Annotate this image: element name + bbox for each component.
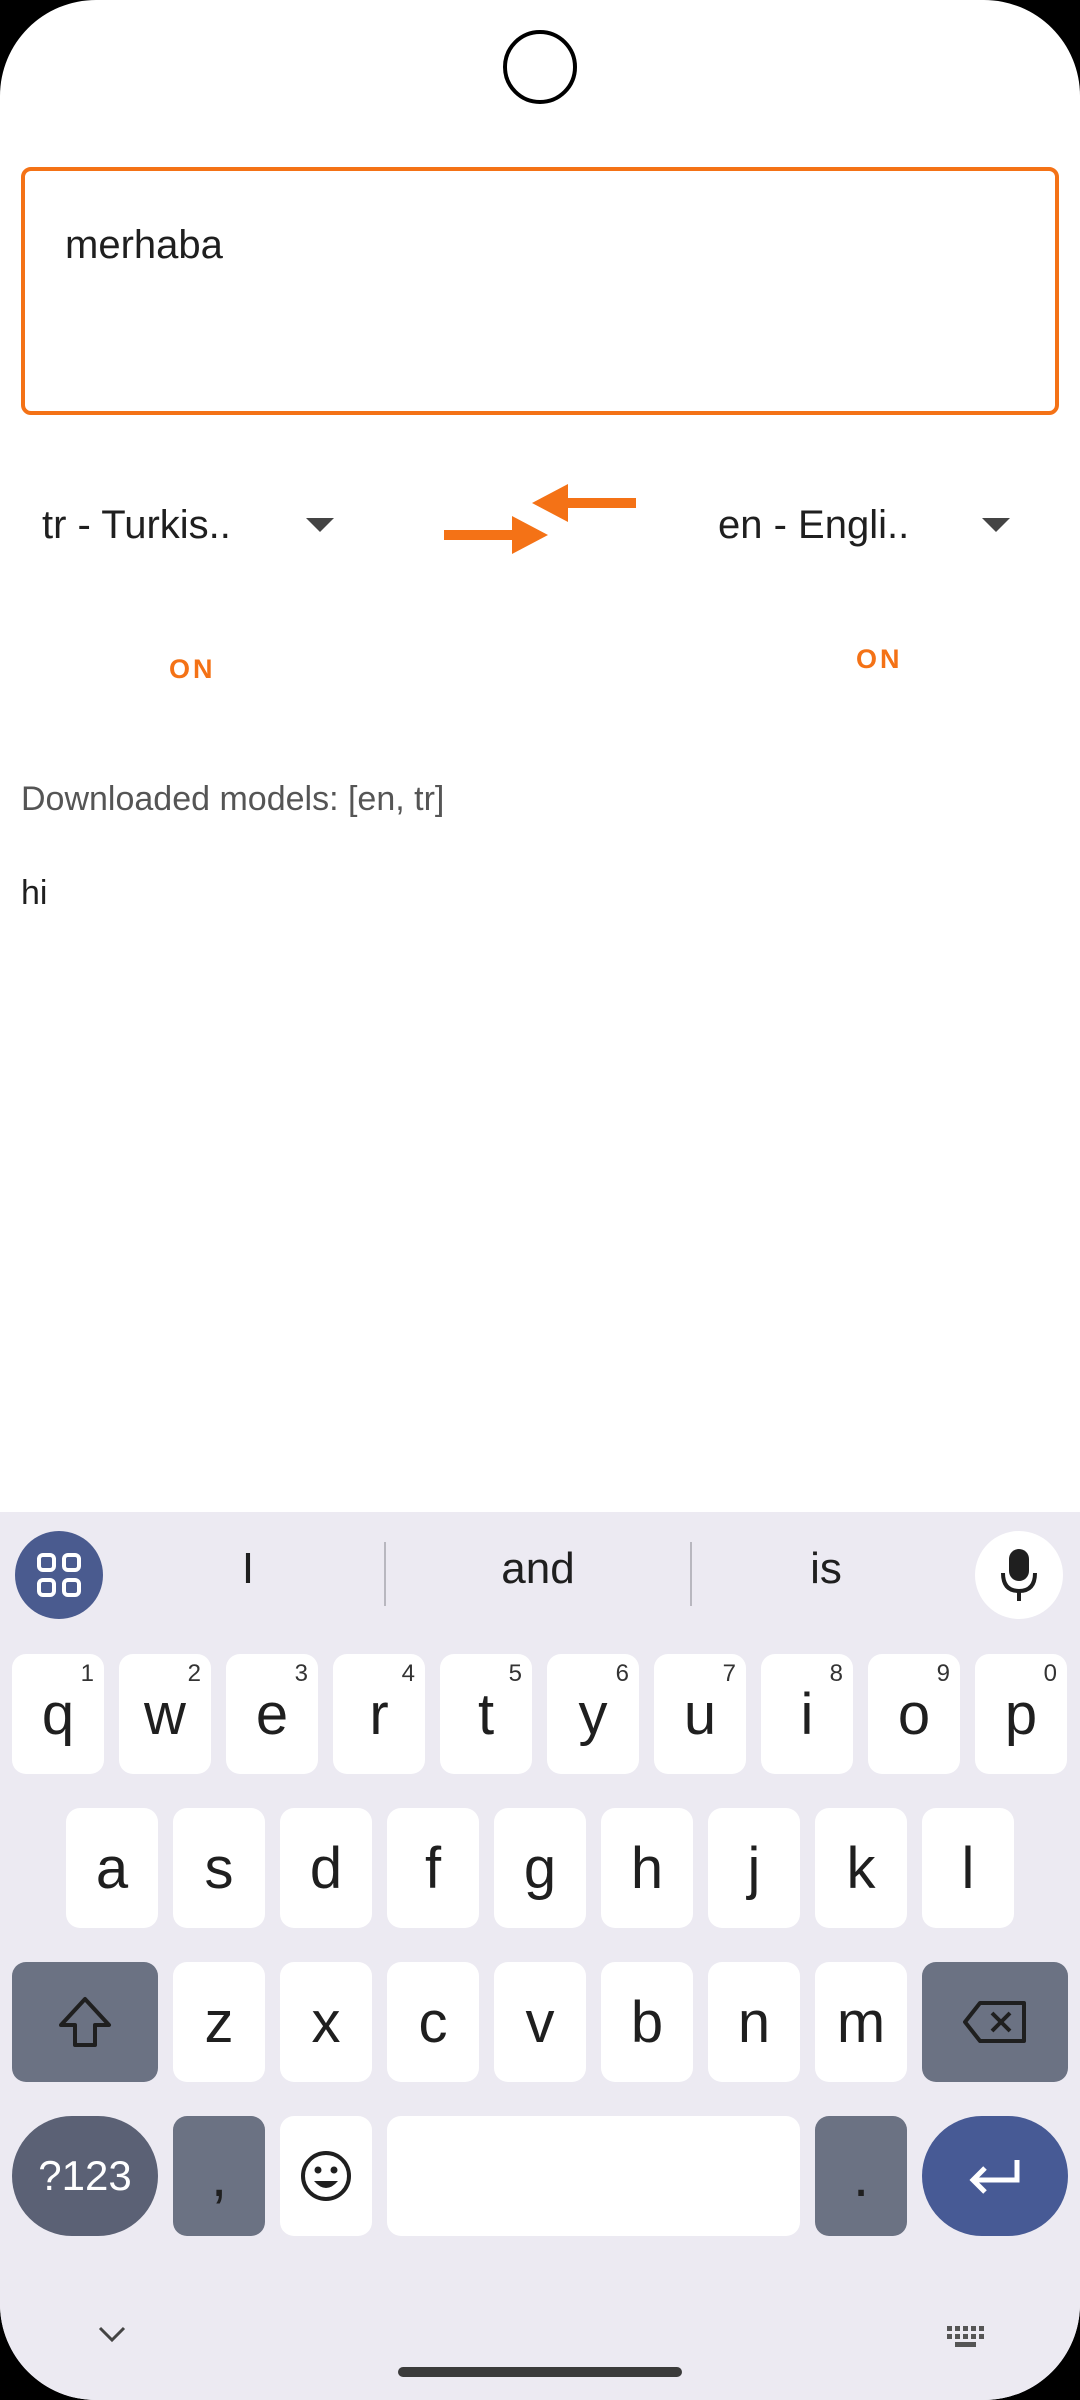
symbols-key[interactable]: ?123 bbox=[12, 2116, 158, 2236]
key-label: o bbox=[897, 1681, 931, 1747]
key-h[interactable]: h bbox=[601, 1808, 693, 1928]
key-number-hint: 8 bbox=[829, 1660, 843, 1687]
key-j[interactable]: j bbox=[708, 1808, 800, 1928]
enter-icon bbox=[969, 2160, 1020, 2194]
key-m[interactable]: m bbox=[815, 1962, 907, 2082]
key-number-hint: 9 bbox=[936, 1660, 950, 1687]
target-language-dropdown[interactable]: en - Engli.. bbox=[718, 490, 1018, 560]
key-label: w bbox=[144, 1681, 186, 1747]
front-camera bbox=[503, 30, 577, 104]
shift-key[interactable] bbox=[12, 1962, 158, 2082]
suggestion-2[interactable]: and bbox=[418, 1544, 658, 1594]
emoji-key[interactable] bbox=[280, 2116, 372, 2236]
key-d[interactable]: d bbox=[280, 1808, 372, 1928]
translation-result: hi bbox=[21, 874, 48, 912]
dropdown-arrow-icon bbox=[982, 518, 1010, 532]
key-number-hint: 4 bbox=[401, 1660, 415, 1687]
key-number-hint: 2 bbox=[187, 1660, 201, 1687]
dropdown-arrow-icon bbox=[306, 518, 334, 532]
key-y[interactable]: y6 bbox=[547, 1654, 639, 1774]
backspace-key[interactable] bbox=[922, 1962, 1068, 2082]
suggestion-1[interactable]: I bbox=[128, 1544, 368, 1594]
key-label: t bbox=[477, 1681, 495, 1747]
space-key[interactable] bbox=[387, 2116, 800, 2236]
suggestion-divider bbox=[384, 1542, 386, 1606]
key-z[interactable]: z bbox=[173, 1962, 265, 2082]
key-q[interactable]: q1 bbox=[12, 1654, 104, 1774]
period-key[interactable]: . bbox=[815, 2116, 907, 2236]
key-x[interactable]: x bbox=[280, 1962, 372, 2082]
key-number-hint: 6 bbox=[615, 1660, 629, 1687]
backspace-icon bbox=[963, 2001, 1026, 2043]
key-number-hint: 1 bbox=[80, 1660, 94, 1687]
source-model-toggle[interactable]: ON bbox=[169, 654, 216, 685]
key-v[interactable]: v bbox=[494, 1962, 586, 2082]
key-s[interactable]: s bbox=[173, 1808, 265, 1928]
target-language-label: en - Engli.. bbox=[718, 502, 910, 547]
shift-icon bbox=[59, 1997, 111, 2047]
key-label: i bbox=[800, 1681, 814, 1747]
apps-grid-icon[interactable] bbox=[15, 1531, 103, 1619]
key-l[interactable]: l bbox=[922, 1808, 1014, 1928]
key-e[interactable]: e3 bbox=[226, 1654, 318, 1774]
keyboard-icon[interactable] bbox=[945, 2324, 989, 2350]
key-u[interactable]: u7 bbox=[654, 1654, 746, 1774]
enter-key[interactable] bbox=[922, 2116, 1068, 2236]
on-screen-keyboard: I and is q1 w2 e3 r4 t5 y6 u7 i8 o9 p0 a… bbox=[0, 1512, 1080, 2400]
key-r[interactable]: r4 bbox=[333, 1654, 425, 1774]
key-label: e bbox=[255, 1681, 289, 1747]
phone-screen: merhaba tr - Turkis.. en - Engli.. ON ON… bbox=[0, 0, 1080, 2400]
key-c[interactable]: c bbox=[387, 1962, 479, 2082]
key-b[interactable]: b bbox=[601, 1962, 693, 2082]
key-label: q bbox=[41, 1681, 75, 1747]
key-number-hint: 7 bbox=[722, 1660, 736, 1687]
key-label: r bbox=[369, 1681, 389, 1747]
key-a[interactable]: a bbox=[66, 1808, 158, 1928]
chevron-down-icon[interactable] bbox=[96, 2324, 128, 2344]
key-p[interactable]: p0 bbox=[975, 1654, 1067, 1774]
key-label: y bbox=[578, 1681, 608, 1747]
key-t[interactable]: t5 bbox=[440, 1654, 532, 1774]
suggestion-3[interactable]: is bbox=[706, 1544, 946, 1594]
key-i[interactable]: i8 bbox=[761, 1654, 853, 1774]
downloaded-models-status: Downloaded models: [en, tr] bbox=[21, 780, 445, 818]
source-text-value: merhaba bbox=[65, 223, 223, 267]
key-g[interactable]: g bbox=[494, 1808, 586, 1928]
source-text-input[interactable]: merhaba bbox=[21, 167, 1059, 415]
key-f[interactable]: f bbox=[387, 1808, 479, 1928]
key-w[interactable]: w2 bbox=[119, 1654, 211, 1774]
suggestion-bar: I and is bbox=[0, 1512, 1080, 1632]
target-model-toggle[interactable]: ON bbox=[856, 644, 903, 675]
source-language-dropdown[interactable]: tr - Turkis.. bbox=[42, 490, 342, 560]
suggestion-divider bbox=[690, 1542, 692, 1606]
key-o[interactable]: o9 bbox=[868, 1654, 960, 1774]
key-number-hint: 0 bbox=[1043, 1660, 1057, 1687]
key-label: p bbox=[1004, 1681, 1038, 1747]
swap-languages-icon[interactable] bbox=[440, 478, 640, 558]
emoji-icon bbox=[301, 2151, 351, 2201]
key-label: u bbox=[683, 1681, 717, 1747]
source-language-label: tr - Turkis.. bbox=[42, 502, 231, 547]
comma-key[interactable]: , bbox=[173, 2116, 265, 2236]
key-number-hint: 3 bbox=[294, 1660, 308, 1687]
home-indicator[interactable] bbox=[398, 2367, 682, 2377]
key-n[interactable]: n bbox=[708, 1962, 800, 2082]
key-k[interactable]: k bbox=[815, 1808, 907, 1928]
microphone-icon[interactable] bbox=[975, 1531, 1063, 1619]
key-number-hint: 5 bbox=[508, 1660, 522, 1687]
